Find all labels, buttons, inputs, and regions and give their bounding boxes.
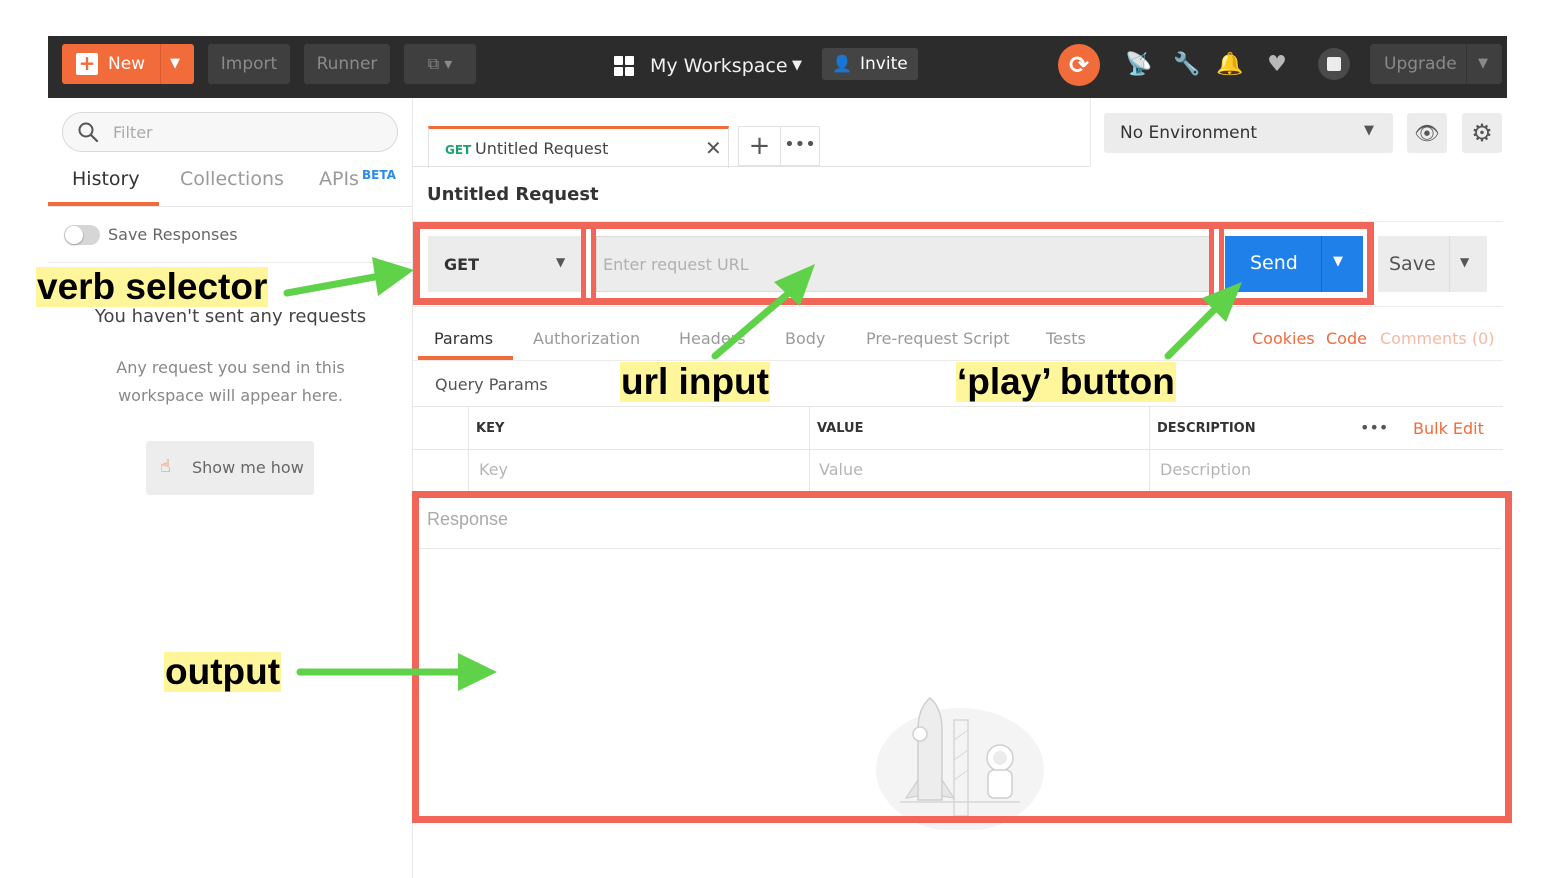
callout-output: output <box>164 651 282 692</box>
callout-url-input: url input <box>620 361 770 402</box>
callout-verb-selector: verb selector <box>36 266 269 307</box>
annotation-arrows <box>283 257 1242 691</box>
screenshot-stage: + New ▼ Import Runner ⧉ ▾ My Workspace ▼… <box>0 0 1548 878</box>
callout-play-button: ‘play’ button <box>956 361 1176 402</box>
